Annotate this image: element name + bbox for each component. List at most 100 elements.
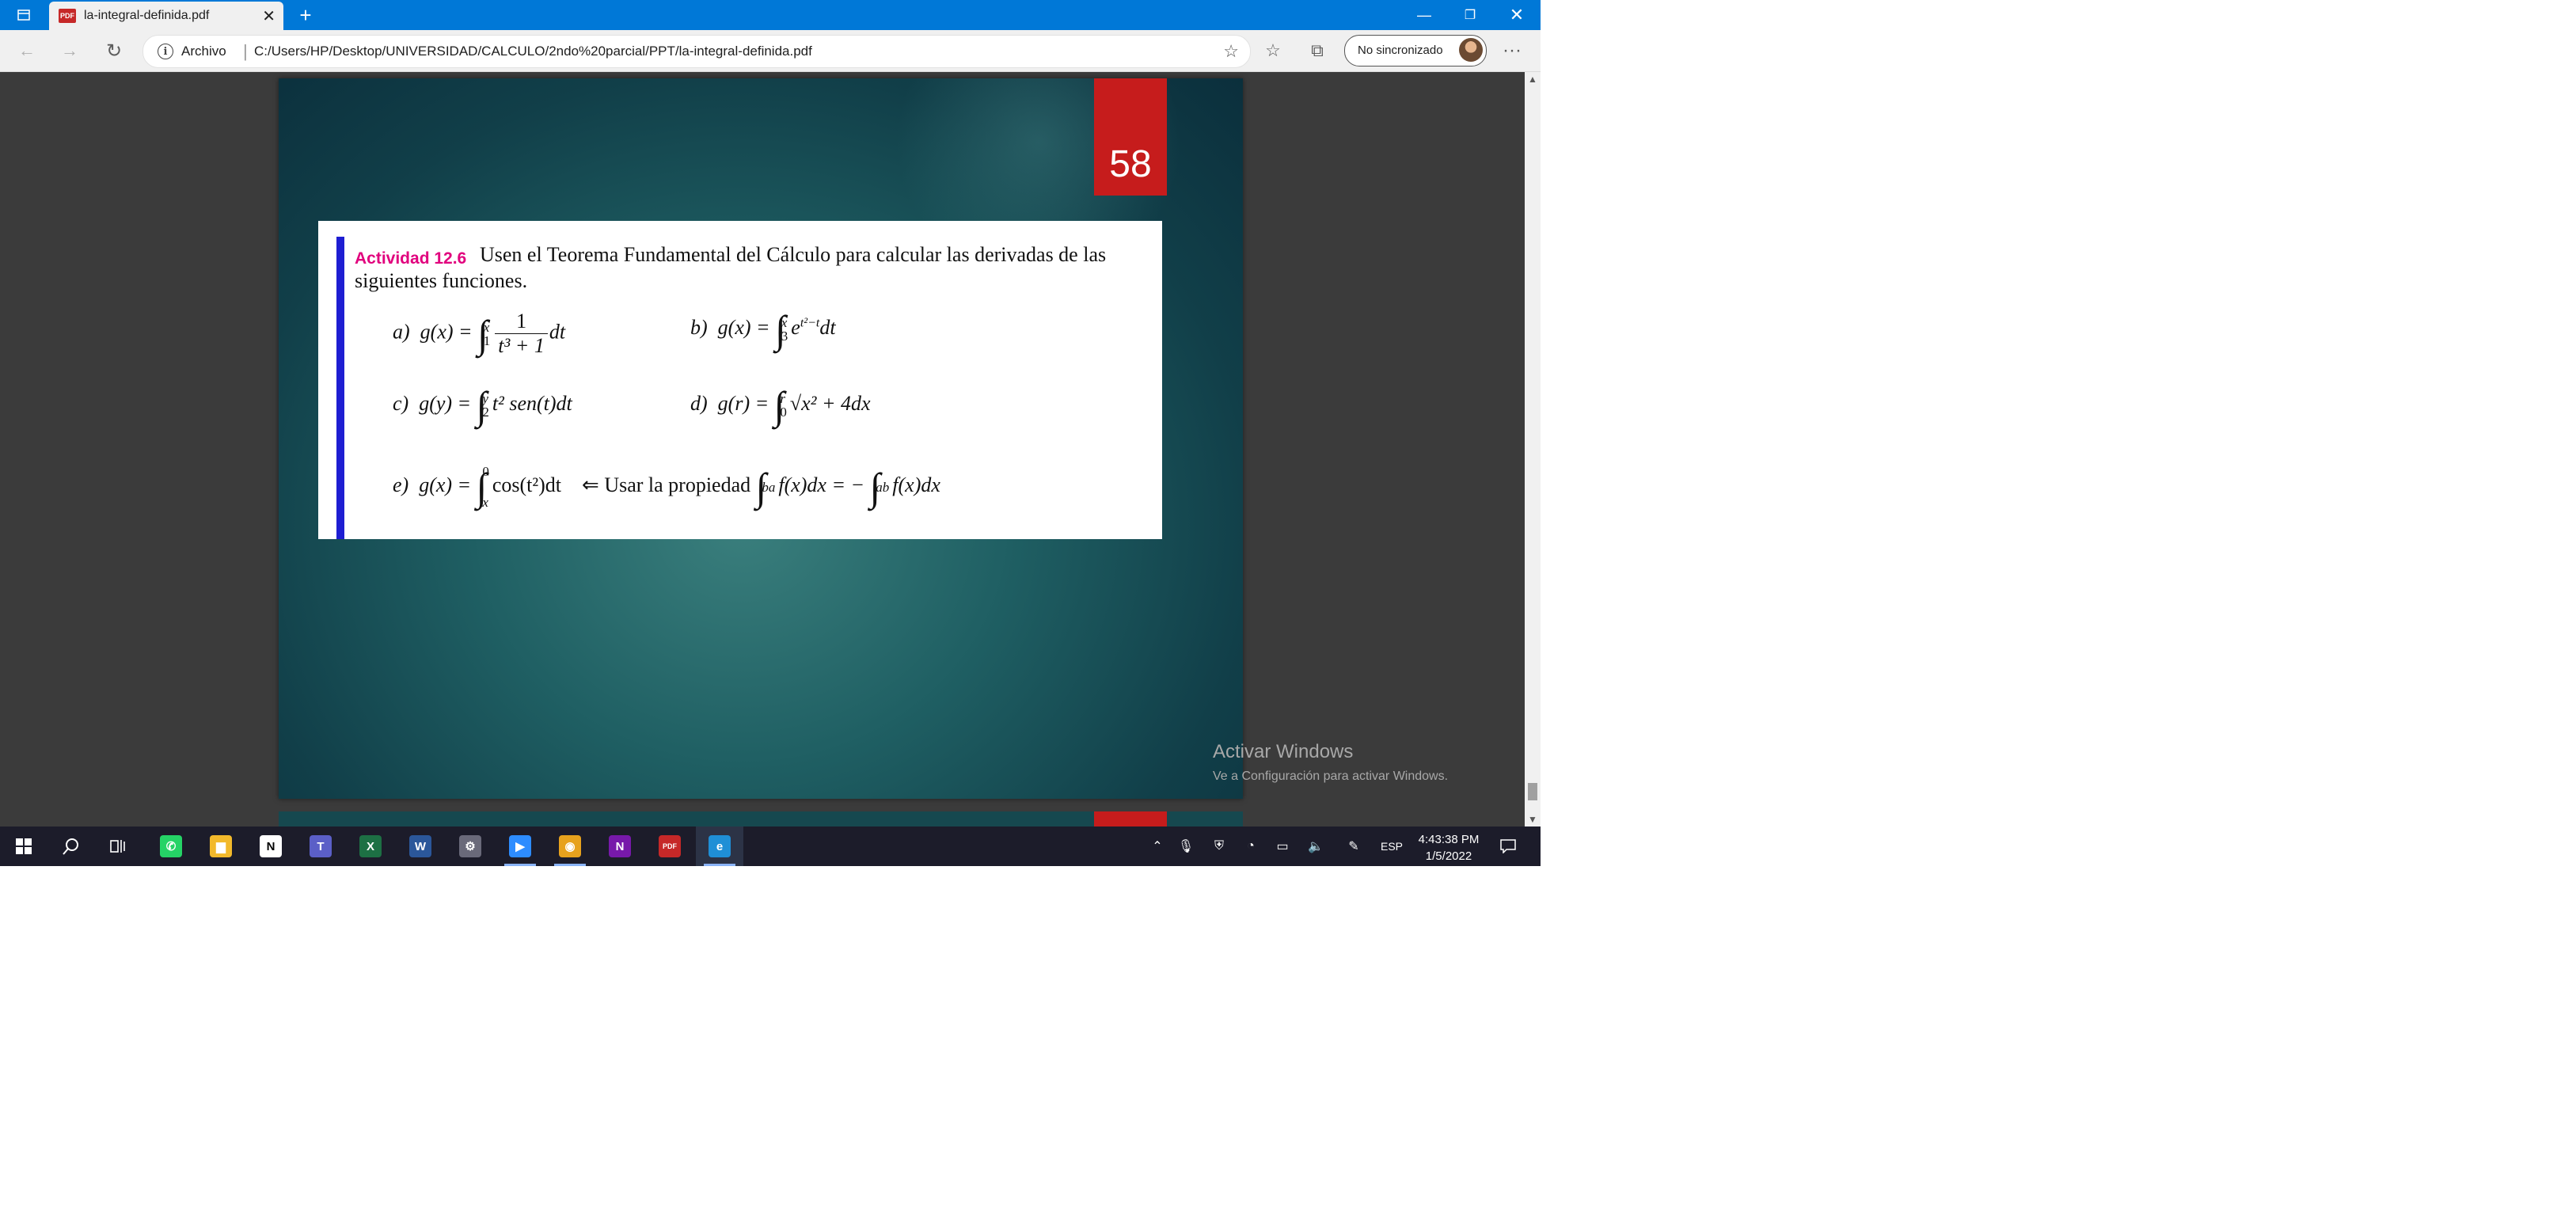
pdf-reader-logo-icon: PDF (659, 835, 681, 857)
item-label: b) (690, 315, 708, 339)
fraction: 1 t³ + 1 (495, 310, 548, 358)
integral-limits: x3 (781, 316, 788, 343)
collections-button[interactable]: ⧉ (1303, 36, 1332, 65)
taskbar-word-icon[interactable]: W (397, 826, 444, 866)
taskbar-file-explorer-icon[interactable]: ▆ (197, 826, 245, 866)
scroll-down-arrow-icon[interactable]: ▼ (1525, 814, 1541, 825)
teams-logo-icon: T (310, 835, 332, 857)
tab-actions-icon[interactable] (8, 0, 40, 30)
notifications-icon[interactable] (1496, 826, 1520, 866)
taskbar-edge-icon[interactable]: e (696, 826, 743, 866)
integral-limits: ba (762, 481, 775, 494)
lower-limit: b (882, 479, 890, 495)
close-window-button[interactable]: ✕ (1493, 0, 1541, 30)
refresh-button[interactable]: ↻ (100, 36, 128, 65)
back-button[interactable]: ← (13, 36, 41, 65)
exponent: t²−t (800, 316, 820, 330)
numerator: 1 (495, 310, 548, 334)
pdf-file-icon: PDF (59, 9, 76, 23)
add-favorite-icon[interactable]: ☆ (1223, 41, 1239, 62)
integral-limits: 0x (482, 465, 489, 509)
profile-label: No sincronizado (1358, 44, 1443, 57)
equation-a: a) g(x) = ∫x 1 1 t³ + 1 dt (393, 310, 565, 358)
battery-icon[interactable]: ▭ (1271, 826, 1294, 866)
vertical-scrollbar[interactable]: ▲ ▼ (1525, 72, 1541, 826)
browser-tab[interactable]: PDF la-integral-definida.pdf ✕ (49, 2, 283, 30)
pen-workspace-icon[interactable]: ✎ (1343, 826, 1365, 866)
scroll-up-arrow-icon[interactable]: ▲ (1525, 74, 1541, 85)
tab-close-icon[interactable]: ✕ (262, 6, 275, 26)
browser-toolbar: ← → ↻ i Archivo | C:/Users/HP/Desktop/UN… (0, 30, 1541, 72)
whatsapp-logo-icon: ✆ (160, 835, 182, 857)
scroll-thumb[interactable] (1528, 783, 1537, 800)
taskbar-chrome-icon[interactable]: ◉ (546, 826, 594, 866)
equation-d: d) g(r) = ∫r 0 √x² + 4dx (690, 386, 871, 425)
taskbar-whatsapp-icon[interactable]: ✆ (147, 826, 195, 866)
clock-date: 1/5/2022 (1425, 849, 1472, 863)
show-hidden-icons-icon[interactable]: ⌃ (1146, 826, 1168, 866)
pdf-page: 58 Actividad 12.6 Usen el Teorema Fundam… (279, 78, 1243, 799)
start-button[interactable] (0, 826, 47, 866)
lower-limit: x (482, 495, 488, 510)
integrand: cos(t²)dt (492, 473, 562, 496)
function-lhs: g(x) = (717, 315, 770, 339)
function-lhs: g(r) = (717, 391, 769, 415)
search-icon[interactable] (47, 826, 95, 866)
settings-app-logo-icon: ⚙ (459, 835, 481, 857)
lower-limit: a (768, 479, 776, 495)
integrand: √x² + 4dx (789, 391, 871, 415)
forward-button[interactable]: → (55, 36, 84, 65)
chrome-logo-icon: ◉ (559, 835, 581, 857)
desktop-screen: PDF la-integral-definida.pdf ✕ + — ❐ ✕ ←… (0, 0, 1541, 866)
property-hint: ⇐ Usar la propiedad (582, 473, 751, 496)
upper-limit: 0 (482, 464, 489, 479)
task-view-icon[interactable] (95, 826, 142, 866)
taskbar-settings-app-icon[interactable]: ⚙ (446, 826, 494, 866)
notion-logo-icon: N (260, 835, 282, 857)
address-bar[interactable]: i Archivo | C:/Users/HP/Desktop/UNIVERSI… (142, 35, 1251, 68)
equation-e: e) g(x) = ∫ 0 xcos(t²)dt ⇐ Usar la propied… (393, 465, 940, 509)
minimize-button[interactable]: — (1401, 0, 1447, 30)
item-label: c) (393, 391, 409, 415)
avatar (1459, 38, 1483, 62)
clock[interactable]: 4:43:38 PM 1/5/2022 (1411, 831, 1487, 864)
taskbar-pdf-reader-icon[interactable]: PDF (646, 826, 693, 866)
clock-time: 4:43:38 PM (1418, 833, 1480, 846)
language-indicator[interactable]: ESP (1379, 826, 1404, 866)
activity-text: Usen el Teorema Fundamental del Cálculo … (355, 243, 1107, 292)
file-explorer-logo-icon: ▆ (210, 835, 232, 857)
lower-limit: 2 (482, 405, 489, 420)
more-options-button[interactable]: ··· (1498, 36, 1526, 65)
restore-button[interactable]: ❐ (1447, 0, 1493, 30)
taskbar-zoom-icon[interactable]: ▶ (496, 826, 544, 866)
info-icon[interactable]: i (158, 44, 173, 59)
network-icon[interactable]: ◔ (1240, 826, 1262, 866)
profile-button[interactable]: No sincronizado (1344, 35, 1487, 66)
equation-b: b) g(x) = ∫x 3 et²−tdt (690, 310, 836, 349)
upper-limit: a (876, 479, 883, 495)
volume-icon[interactable]: 🔈 (1305, 826, 1327, 866)
lower-limit: 0 (780, 405, 787, 420)
security-icon[interactable]: ⛨ (1208, 826, 1230, 866)
favorites-button[interactable]: ☆ (1259, 36, 1287, 65)
integral-limits: ab (876, 481, 889, 494)
taskbar-notion-icon[interactable]: N (247, 826, 294, 866)
taskbar-onenote-icon[interactable]: N (596, 826, 644, 866)
microphone-icon[interactable]: 🎙 (1175, 826, 1197, 866)
url-text[interactable]: C:/Users/HP/Desktop/UNIVERSIDAD/CALCULO/… (254, 44, 812, 59)
page-number: 58 (1109, 143, 1152, 185)
function-lhs: g(y) = (419, 391, 472, 415)
integral-limits: x1 (484, 321, 491, 348)
new-tab-button[interactable]: + (290, 0, 321, 30)
title-bar: PDF la-integral-definida.pdf ✕ + — ❐ ✕ (0, 0, 1541, 30)
lower-limit: 3 (781, 329, 788, 344)
integral-limits: r0 (780, 392, 787, 419)
property-lhs: f(x)dx = − (778, 473, 865, 496)
taskbar-teams-icon[interactable]: T (297, 826, 344, 866)
zoom-logo-icon: ▶ (509, 835, 531, 857)
property-rhs: f(x)dx (892, 473, 940, 496)
edge-logo-icon: e (709, 835, 731, 857)
taskbar: ⌃ 🎙 ⛨ ◔ ▭ 🔈 ✎ ESP 4:43:38 PM 1/5/2022 ✆ ▆… (0, 826, 1541, 866)
activity-card: Actividad 12.6 Usen el Teorema Fundament… (318, 221, 1162, 539)
taskbar-excel-icon[interactable]: X (347, 826, 394, 866)
